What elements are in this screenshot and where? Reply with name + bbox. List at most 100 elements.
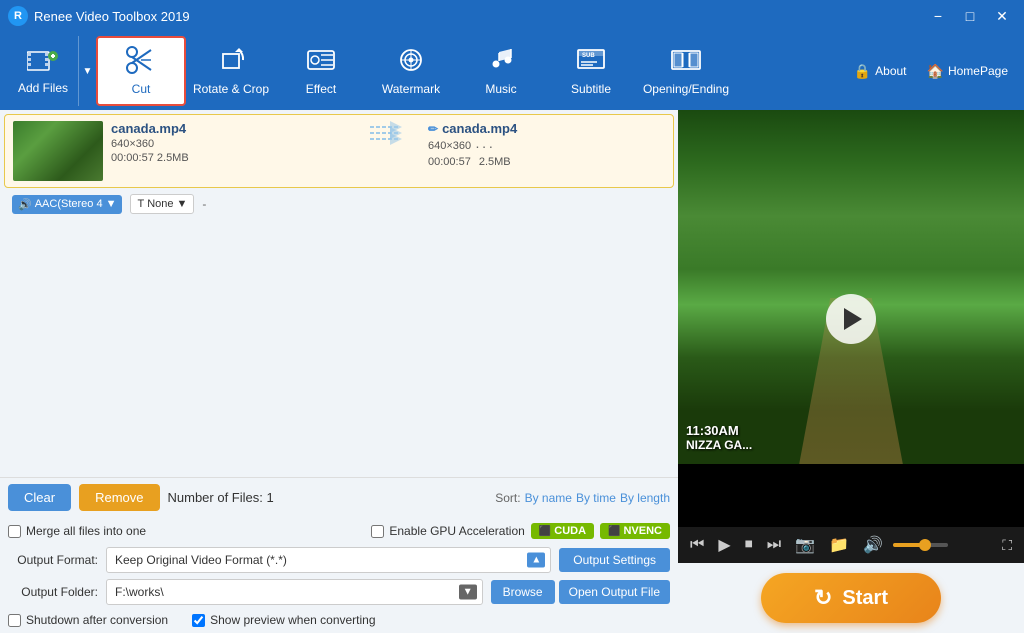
output-settings-button[interactable]: Output Settings — [559, 548, 670, 572]
sort-by-length[interactable]: By length — [620, 491, 670, 505]
stop-button[interactable]: ⏹ — [741, 534, 757, 556]
sort-by-name[interactable]: By name — [525, 491, 572, 505]
output-format-label: Output Format: — [8, 553, 98, 567]
cut-button[interactable]: Cut — [96, 36, 186, 106]
file-duration-size: 00:00:57 2.5MB — [111, 152, 348, 164]
show-preview-checkbox-label[interactable]: Show preview when converting — [192, 613, 375, 627]
folder-button[interactable]: 📁 — [825, 533, 853, 557]
add-files-icon — [27, 48, 59, 77]
subtitle-select[interactable]: T None ▼ — [130, 194, 194, 214]
output-section: Output Format: Keep Original Video Forma… — [0, 543, 678, 633]
lock-icon: 🔒 — [854, 63, 871, 80]
file-info: canada.mp4 640×360 00:00:57 2.5MB — [111, 121, 348, 164]
screenshot-button[interactable]: 📷 — [791, 533, 819, 557]
title-bar: R Renee Video Toolbox 2019 − □ ✕ — [0, 0, 1024, 32]
about-button[interactable]: 🔒 About — [846, 59, 915, 84]
homepage-button[interactable]: 🏠 HomePage — [919, 59, 1016, 84]
skip-back-button[interactable]: ⏮ — [686, 534, 708, 556]
edit-icon: ✏ — [428, 122, 438, 136]
output-format-wrapper: Keep Original Video Format (*.*) ▲ — [106, 547, 551, 573]
add-files-button[interactable]: Add Files — [8, 36, 78, 106]
volume-button[interactable]: 🔊 — [859, 533, 887, 557]
video-controls: ⏮ ▶ ⏹ ⏭ 📷 📁 🔊 ⛶ — [678, 527, 1024, 563]
text-icon: T — [137, 198, 144, 210]
folder-buttons: Browse Open Output File — [491, 580, 670, 604]
cuda-label: CUDA — [554, 525, 586, 537]
file-list-area: canada.mp4 640×360 00:00:57 2.5MB — [0, 110, 678, 477]
thumbnail-image — [13, 121, 103, 181]
output-format-row: Output Format: Keep Original Video Forma… — [8, 547, 670, 573]
open-output-button[interactable]: Open Output File — [559, 580, 670, 604]
gpu-section: Enable GPU Acceleration ⬛ CUDA ⬛ NVENC — [371, 523, 670, 539]
opening-ending-icon — [670, 46, 702, 78]
about-label: About — [875, 64, 906, 78]
app-icon: R — [8, 6, 28, 26]
opening-ending-button[interactable]: Opening/Ending — [636, 36, 736, 106]
cut-label: Cut — [132, 82, 151, 96]
file-transform-arrow — [356, 121, 420, 145]
output-resolution: 640×360 ··· — [428, 138, 665, 154]
remove-button[interactable]: Remove — [79, 484, 159, 511]
gpu-label: Enable GPU Acceleration — [389, 524, 524, 538]
shutdown-checkbox-label[interactable]: Shutdown after conversion — [8, 613, 168, 627]
output-name: ✏ canada.mp4 — [428, 121, 665, 136]
add-files-label: Add Files — [18, 81, 68, 95]
play-button-overlay[interactable] — [826, 294, 876, 344]
opening-ending-label: Opening/Ending — [643, 82, 729, 96]
homepage-label: HomePage — [948, 64, 1008, 78]
audio-track-value: AAC(Stereo 4 — [35, 198, 103, 210]
rotate-crop-icon — [215, 46, 247, 78]
output-folder-select[interactable]: F:\works\ — [106, 579, 483, 605]
music-icon — [485, 46, 517, 78]
merge-checkbox[interactable] — [8, 525, 21, 538]
close-button[interactable]: ✕ — [988, 4, 1016, 28]
audio-dropdown-arrow: ▼ — [106, 198, 117, 210]
fullscreen-button[interactable]: ⛶ — [998, 535, 1016, 556]
output-folder-wrapper: F:\works\ ▼ — [106, 579, 483, 605]
shutdown-checkbox[interactable] — [8, 614, 21, 627]
volume-slider[interactable] — [893, 543, 948, 547]
browse-button[interactable]: Browse — [491, 580, 555, 604]
video-overlay: 11:30AM NIZZA GA... — [686, 423, 752, 452]
window-controls: − □ ✕ — [924, 4, 1016, 28]
music-button[interactable]: Music — [456, 36, 546, 106]
video-preview: 11:30AM NIZZA GA... — [678, 110, 1024, 527]
effect-label: Effect — [306, 82, 336, 96]
output-format-select[interactable]: Keep Original Video Format (*.*) — [106, 547, 551, 573]
minimize-button[interactable]: − — [924, 4, 952, 28]
bottom-controls: Clear Remove Number of Files: 1 Sort: By… — [0, 477, 678, 517]
watermark-button[interactable]: Watermark — [366, 36, 456, 106]
rotate-crop-button[interactable]: Rotate & Crop — [186, 36, 276, 106]
effect-button[interactable]: Effect — [276, 36, 366, 106]
sort-by-time[interactable]: By time — [576, 491, 616, 505]
merge-checkbox-label[interactable]: Merge all files into one — [8, 524, 146, 538]
output-folder-row: Output Folder: F:\works\ ▼ Browse Open O… — [8, 579, 670, 605]
subtitle-dropdown-arrow: ▼ — [177, 198, 188, 210]
start-label: Start — [842, 587, 888, 610]
output-folder-label: Output Folder: — [8, 585, 98, 599]
gpu-checkbox[interactable] — [371, 525, 384, 538]
subtitle-label: Subtitle — [571, 82, 611, 96]
nvenc-badge: ⬛ NVENC — [600, 523, 670, 539]
output-duration-size: 00:00:57 2.5MB — [428, 156, 665, 168]
add-files-dropdown-arrow[interactable]: ▼ — [78, 36, 96, 106]
more-options-dots[interactable]: ··· — [475, 138, 495, 154]
play-pause-button[interactable]: ▶ — [714, 533, 734, 557]
skip-forward-button[interactable]: ⏭ — [763, 534, 785, 556]
effect-icon — [305, 46, 337, 78]
toolbar-right: 🔒 About 🏠 HomePage — [846, 59, 1016, 84]
audio-icon: 🔊 — [18, 198, 32, 211]
subtitle-button[interactable]: SUB Subtitle — [546, 36, 636, 106]
maximize-button[interactable]: □ — [956, 4, 984, 28]
show-preview-checkbox[interactable] — [192, 614, 205, 627]
file-thumbnail — [13, 121, 103, 181]
start-button[interactable]: ↻ Start — [761, 573, 941, 623]
file-controls-row: 🔊 AAC(Stereo 4 ▼ T None ▼ - — [4, 192, 674, 218]
file-extra: - — [202, 197, 206, 211]
gpu-checkbox-label[interactable]: Enable GPU Acceleration — [371, 524, 524, 538]
audio-track-select[interactable]: 🔊 AAC(Stereo 4 ▼ — [12, 195, 122, 214]
file-count: Number of Files: 1 — [168, 490, 488, 505]
music-label: Music — [485, 82, 516, 96]
start-icon: ↻ — [814, 585, 832, 611]
clear-button[interactable]: Clear — [8, 484, 71, 511]
